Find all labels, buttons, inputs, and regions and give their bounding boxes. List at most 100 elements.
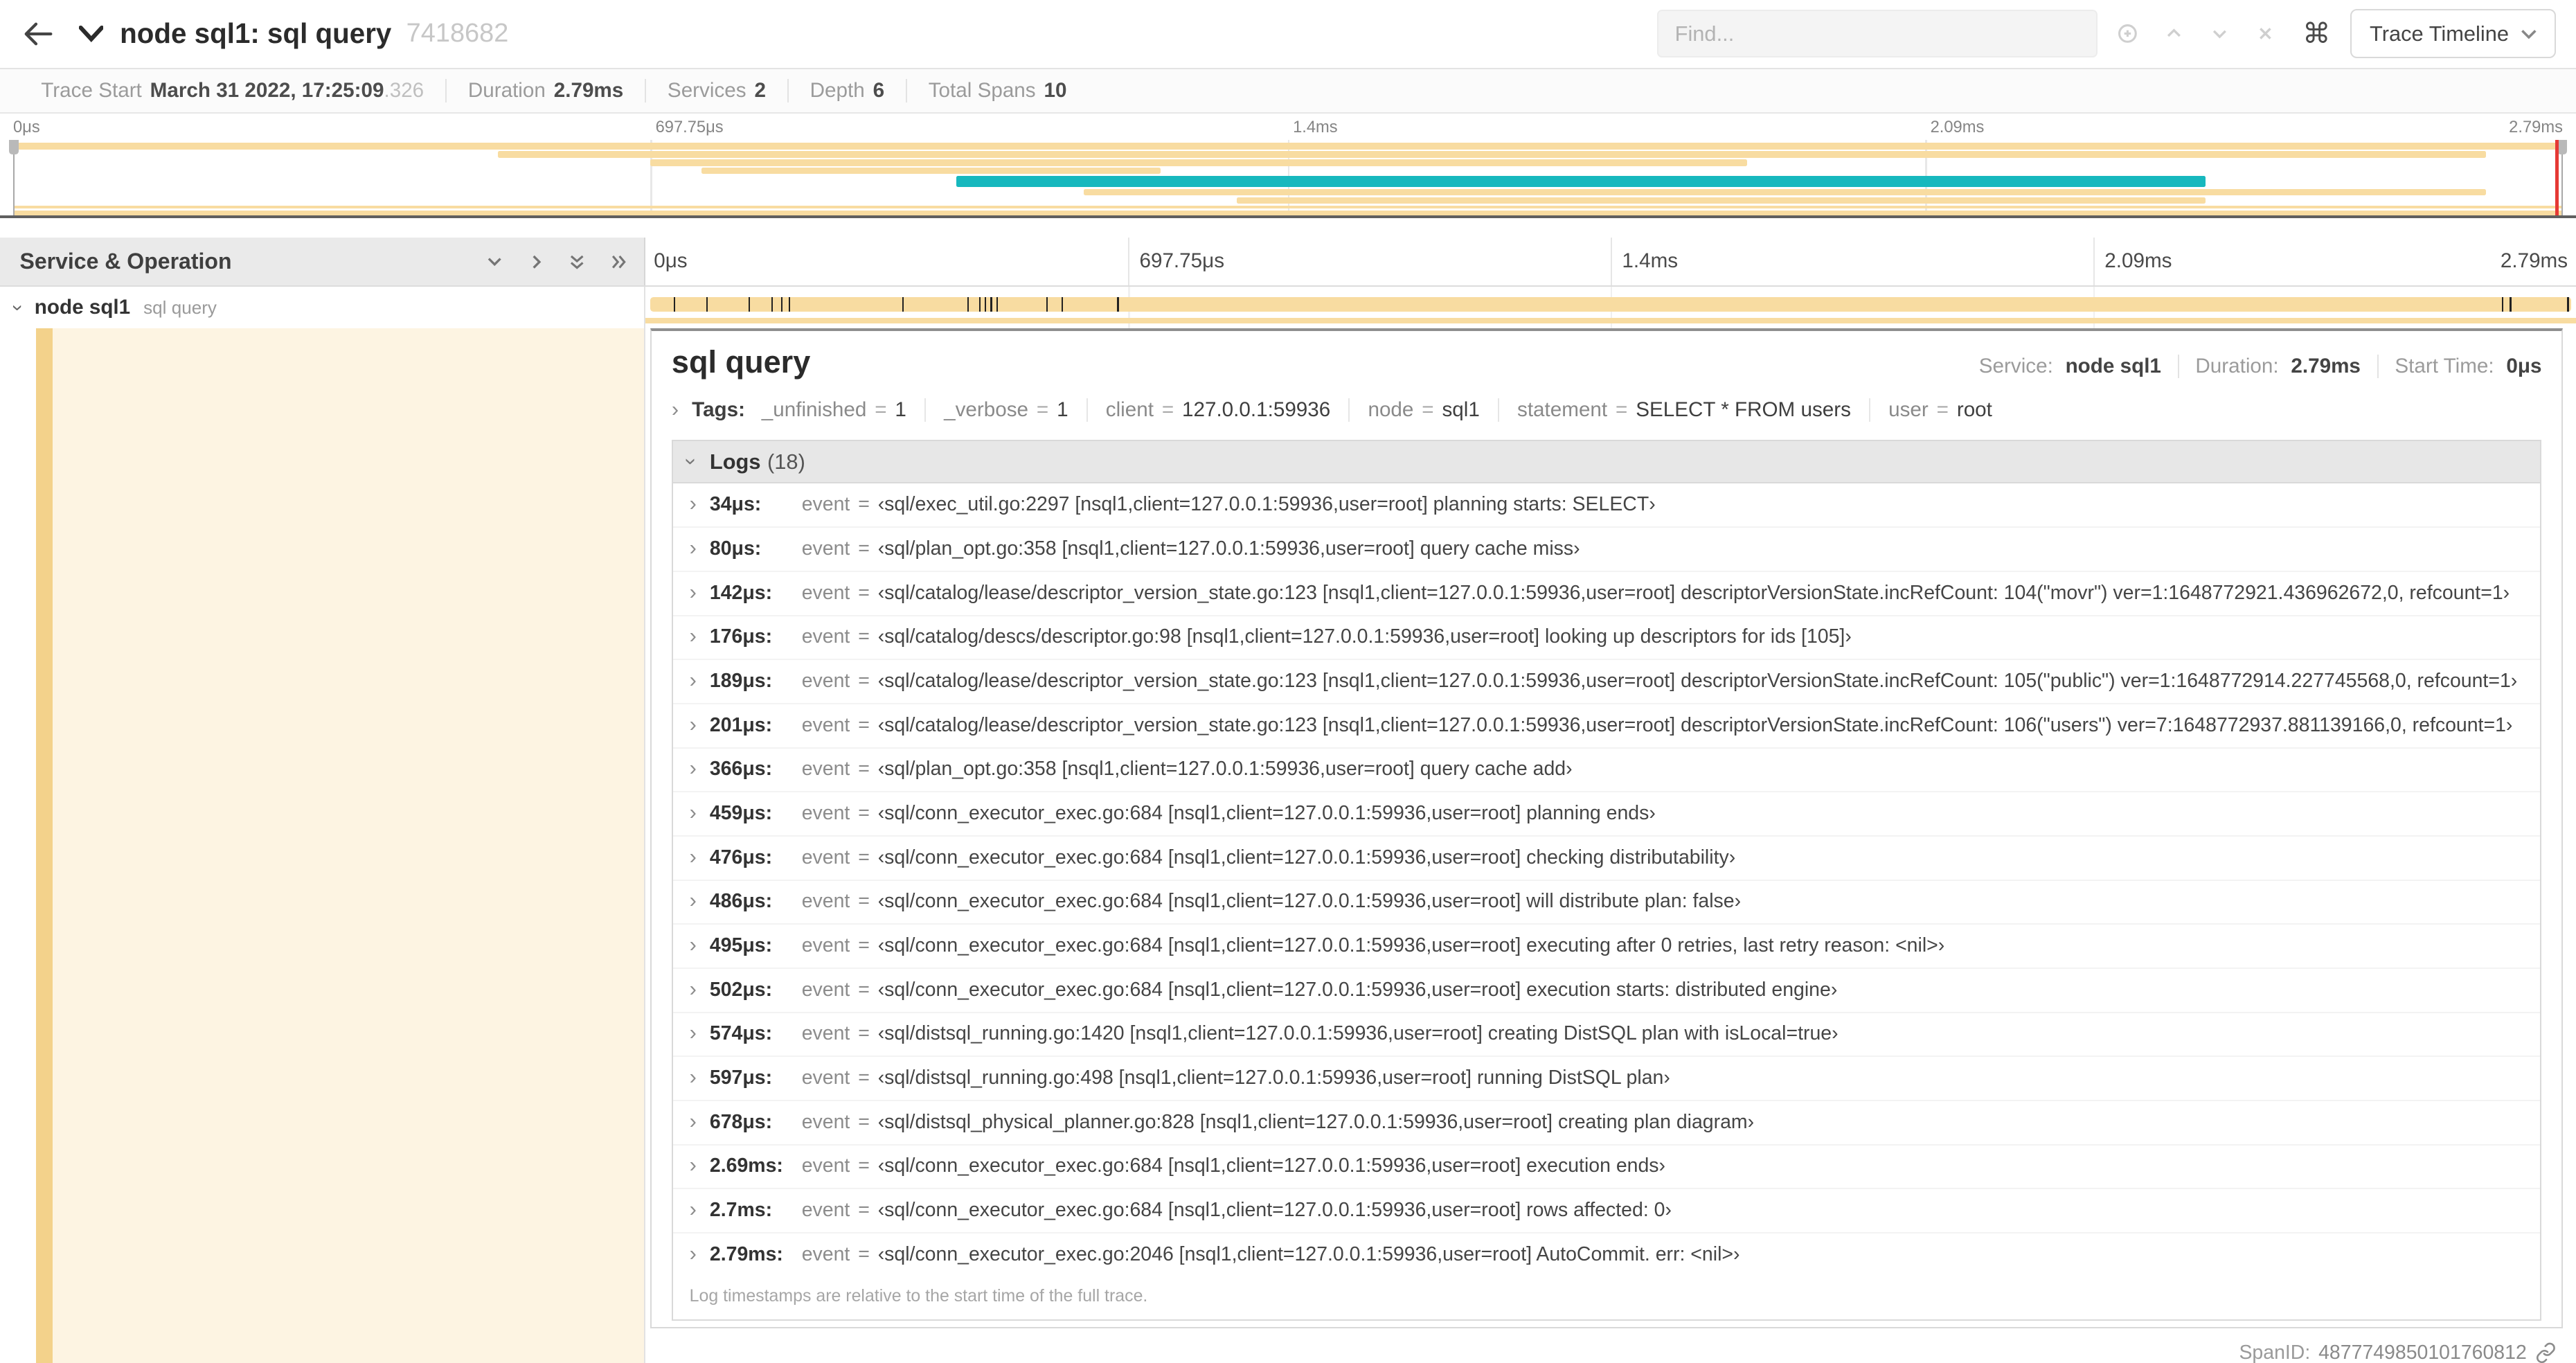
tag-value: 127.0.0.1:59936 [1181, 398, 1331, 421]
log-marker-tick [967, 296, 969, 312]
span-name-cell[interactable]: › node sql1 sql query [0, 287, 646, 328]
log-row[interactable]: › 201μs: event = ‹sql/catalog/lease/desc… [672, 702, 2541, 747]
minimap-tick-label: 2.09ms [1930, 118, 1985, 136]
summary-stat-value: 2.79ms [553, 78, 624, 102]
log-field-key: event [801, 493, 850, 516]
log-row[interactable]: › 495μs: event = ‹sql/conn_executor_exec… [672, 923, 2541, 968]
equals-sign: = [1422, 398, 1434, 421]
keyboard-shortcuts-button[interactable]: ⌘ [2302, 17, 2330, 50]
chevron-right-icon: › [689, 756, 697, 781]
find-input[interactable] [1656, 10, 2098, 58]
log-row[interactable]: › 366μs: event = ‹sql/plan_opt.go:358 [n… [672, 747, 2541, 792]
log-timestamp: 2.7ms: [709, 1199, 773, 1222]
log-timestamp: 176μs: [709, 625, 773, 648]
log-row[interactable]: › 476μs: event = ‹sql/conn_executor_exec… [672, 835, 2541, 880]
log-field-key: event [801, 581, 850, 604]
span-duration-bar[interactable] [650, 296, 2571, 312]
log-marker-tick [780, 296, 783, 312]
tags-row[interactable]: › Tags: _unfinished = 1 _verbose = 1 cli… [672, 393, 2542, 427]
trace-view-selector-label: Trace Timeline [2370, 21, 2510, 46]
span-row: › node sql1 sql query [0, 287, 2576, 328]
log-field-key: event [801, 1110, 850, 1133]
expand-one-icon[interactable] [526, 252, 546, 271]
summary-stat: Services 2 [646, 78, 789, 103]
log-field-key: event [801, 934, 850, 957]
log-row[interactable]: › 80μs: event = ‹sql/plan_opt.go:358 [ns… [672, 526, 2541, 571]
log-field-value: ‹sql/conn_executor_exec.go:684 [nsql1,cl… [877, 890, 1742, 913]
minimap-tick-label: 697.75μs [655, 118, 724, 136]
range-scrubber-right[interactable] [2557, 139, 2567, 215]
equals-sign: = [875, 398, 887, 421]
prev-result-icon[interactable] [2163, 23, 2185, 44]
minimap-axis: 0μs 697.75μs 1.4ms 2.09ms 2.79ms [13, 118, 2563, 140]
logs-header[interactable]: › Logs (18) [672, 440, 2541, 484]
log-row[interactable]: › 459μs: event = ‹sql/conn_executor_exec… [672, 791, 2541, 835]
zoom-to-results-icon[interactable] [2117, 23, 2138, 44]
collapse-one-icon[interactable] [485, 252, 504, 271]
log-marker-tick [673, 296, 675, 312]
log-field-value: ‹sql/catalog/lease/descriptor_version_st… [877, 581, 2510, 604]
log-row[interactable]: › 574μs: event = ‹sql/distsql_running.go… [672, 1011, 2541, 1056]
equals-sign: = [858, 1022, 870, 1045]
log-row[interactable]: › 34μs: event = ‹sql/exec_util.go:2297 [… [673, 483, 2541, 526]
log-marker-tick [990, 296, 992, 312]
log-row[interactable]: › 597μs: event = ‹sql/distsql_running.go… [672, 1055, 2541, 1100]
trace-view-selector[interactable]: Trace Timeline [2350, 9, 2557, 59]
log-timestamp: 459μs: [709, 802, 773, 825]
log-row[interactable]: › 678μs: event = ‹sql/distsql_physical_p… [672, 1099, 2541, 1144]
log-timestamp: 80μs: [709, 537, 762, 560]
trace-timeline-view: node sql1: sql query 7418682 ⌘ Tr [0, 0, 2576, 1363]
chevron-down-icon: › [679, 458, 704, 465]
clear-search-icon[interactable] [2255, 23, 2276, 44]
summary-stat-value: 6 [873, 78, 885, 102]
span-collapse-chevron-icon[interactable]: › [7, 304, 30, 310]
equals-sign: = [1036, 398, 1049, 421]
equals-sign: = [858, 670, 870, 693]
tag-item: user = root [1870, 398, 2010, 422]
log-timestamp: 2.69ms: [709, 1155, 783, 1177]
trace-collapse-chevron-icon[interactable] [78, 25, 104, 42]
expand-collapse-controls [485, 252, 627, 271]
log-row[interactable]: › 189μs: event = ‹sql/catalog/lease/desc… [672, 659, 2541, 703]
log-row[interactable]: › 176μs: event = ‹sql/catalog/descs/desc… [672, 614, 2541, 659]
span-timeline-cell[interactable] [645, 287, 2576, 328]
span-detail-title: sql query [671, 344, 811, 380]
minimap-span-bar [12, 205, 2563, 209]
log-field-key: event [801, 625, 850, 648]
minimap-canvas[interactable] [9, 139, 2567, 215]
tag-value: SELECT * FROM users [1636, 398, 1851, 421]
chevron-right-icon: › [689, 1020, 697, 1045]
log-marker-tick [1046, 296, 1048, 312]
log-row[interactable]: › 2.7ms: event = ‹sql/conn_executor_exec… [672, 1188, 2541, 1232]
log-marker-tick [1117, 296, 1119, 312]
log-marker-tick [789, 296, 791, 312]
equals-sign: = [858, 625, 870, 648]
log-row[interactable]: › 502μs: event = ‹sql/conn_executor_exec… [672, 967, 2541, 1012]
find-controls [2117, 23, 2276, 44]
log-field-value: ‹sql/catalog/lease/descriptor_version_st… [877, 670, 2518, 693]
log-marker-tick [2567, 296, 2569, 312]
copy-link-icon[interactable] [2535, 1342, 2557, 1363]
span-operation-name: sql query [143, 296, 217, 318]
service-operation-title: Service & Operation [19, 249, 232, 274]
span-name-column-highlight [0, 328, 646, 1363]
expand-all-icon[interactable] [608, 252, 627, 271]
range-scrubber-left[interactable] [9, 139, 19, 215]
log-row[interactable]: › 486μs: event = ‹sql/conn_executor_exec… [672, 879, 2541, 924]
log-row[interactable]: › 142μs: event = ‹sql/catalog/lease/desc… [672, 570, 2541, 615]
log-row[interactable]: › 2.69ms: event = ‹sql/conn_executor_exe… [672, 1143, 2541, 1188]
collapse-all-icon[interactable] [567, 252, 587, 271]
minimap-span-bar [497, 151, 2487, 158]
chevron-right-icon: › [689, 1240, 697, 1265]
chevron-right-icon: › [689, 535, 697, 560]
ruler-tick-label: 2.09ms [2093, 238, 2172, 286]
log-row[interactable]: › 2.79ms: event = ‹sql/conn_executor_exe… [672, 1231, 2541, 1276]
back-button[interactable] [23, 21, 53, 47]
chevron-right-icon: › [689, 1064, 697, 1089]
tags-list: _unfinished = 1 _verbose = 1 client = 12… [762, 398, 2010, 422]
next-result-icon[interactable] [2209, 23, 2230, 44]
summary-stat-value: March 31 2022, 17:25:09 [150, 78, 384, 102]
log-marker-tick [902, 296, 904, 312]
logs-section: › Logs (18) › 34μs: event = ‹sql/exec_ut… [671, 439, 2542, 1321]
summary-stat: Trace Start March 31 2022, 17:25:09 .326 [19, 78, 447, 103]
